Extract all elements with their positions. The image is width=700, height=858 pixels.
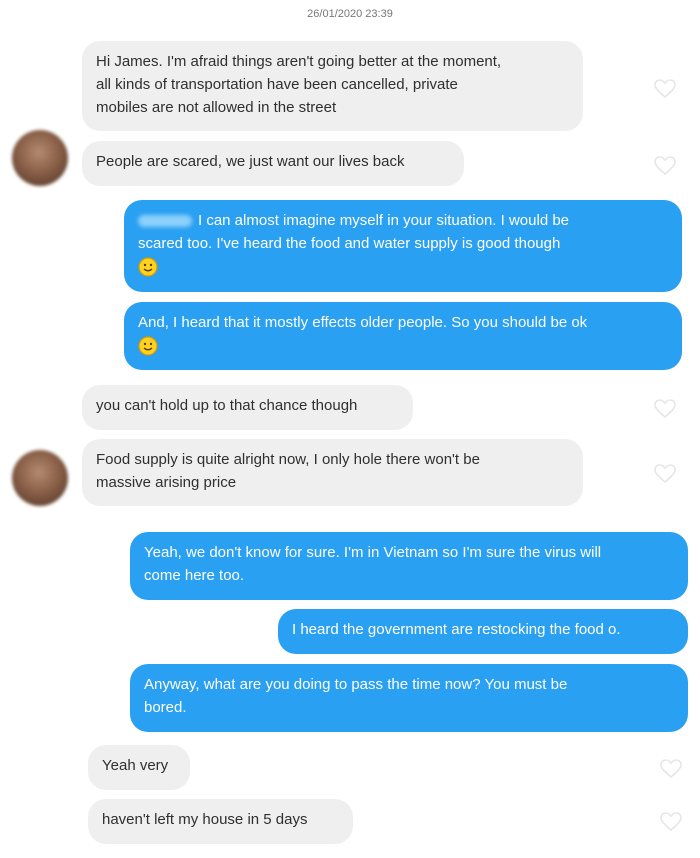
like-heart-icon[interactable] (654, 79, 676, 99)
message-text-line: haven't left my house in 5 days (102, 811, 308, 828)
message-text-line: Yeah, we don't know for sure. I'm in Vie… (144, 544, 602, 561)
like-heart-icon[interactable] (660, 759, 682, 779)
like-heart-icon[interactable] (654, 156, 676, 176)
message-text: I can almost imagine myself in your situ… (198, 212, 570, 229)
message-text-line: you can't hold up to that chance though (96, 397, 358, 414)
message-text-line: massive arising price (96, 474, 237, 491)
message-text-line: all kinds of transportation have been ca… (96, 76, 458, 93)
message-incoming: Food supply is quite alright now, I only… (82, 439, 583, 506)
message-text-line: And, I heard that it mostly effects olde… (138, 314, 588, 331)
message-text-line: scared too. I've heard the food and wate… (138, 235, 561, 252)
message-incoming: Hi James. I'm afraid things aren't going… (82, 41, 583, 131)
message-outgoing: Yeah, we don't know for sure. I'm in Vie… (130, 532, 688, 600)
redacted-name (138, 215, 192, 228)
message-text-line: Food supply is quite alright now, I only… (96, 451, 480, 468)
message-incoming: haven't left my house in 5 days (88, 799, 353, 844)
message-text-line: People are scared, we just want our live… (96, 153, 405, 170)
smiley-face-icon (138, 336, 158, 356)
message-incoming: Yeah very (88, 745, 190, 790)
message-text-line: Anyway, what are you doing to pass the t… (144, 676, 568, 693)
smiley-face-icon (138, 257, 158, 277)
contact-avatar[interactable] (12, 130, 68, 186)
message-incoming: you can't hold up to that chance though (82, 385, 413, 430)
message-text-line: come here too. (144, 567, 245, 584)
message-outgoing: Anyway, what are you doing to pass the t… (130, 664, 688, 732)
message-outgoing: I heard the government are restocking th… (278, 609, 688, 654)
message-incoming: People are scared, we just want our live… (82, 141, 464, 186)
like-heart-icon[interactable] (654, 399, 676, 419)
message-text-line: I can almost imagine myself in your situ… (138, 209, 668, 232)
message-emoji-line (138, 255, 668, 278)
message-text-line: I heard the government are restocking th… (292, 621, 621, 638)
message-emoji-line (138, 334, 668, 357)
message-outgoing: And, I heard that it mostly effects olde… (124, 302, 682, 370)
chat-timestamp: 26/01/2020 23:39 (307, 8, 393, 20)
message-text-line: mobiles are not allowed in the street (96, 99, 337, 116)
contact-avatar[interactable] (12, 450, 68, 506)
like-heart-icon[interactable] (654, 464, 676, 484)
message-text-line: bored. (144, 699, 187, 716)
message-outgoing: I can almost imagine myself in your situ… (124, 200, 682, 292)
message-text-line: Yeah very (102, 757, 169, 774)
message-text-line: Hi James. I'm afraid things aren't going… (96, 53, 502, 70)
like-heart-icon[interactable] (660, 812, 682, 832)
